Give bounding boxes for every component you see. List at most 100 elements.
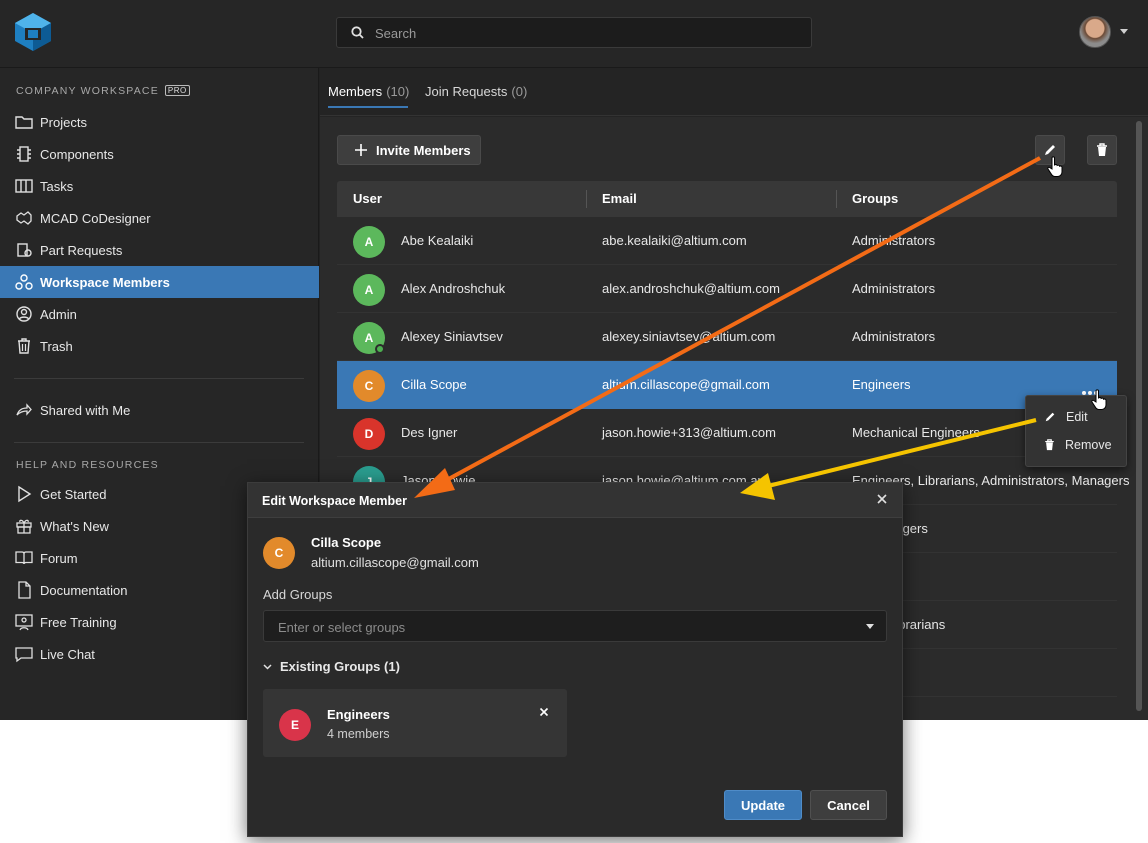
sidebar-divider xyxy=(14,378,304,379)
sidebar-item-shared-with-me[interactable]: Shared with Me xyxy=(0,394,319,426)
gift-icon xyxy=(16,519,32,534)
delete-button[interactable] xyxy=(1087,135,1117,165)
trash-icon xyxy=(1045,439,1054,451)
user-groups: Mechanical Engineers xyxy=(852,425,980,440)
sidebar-item-label: Shared with Me xyxy=(40,402,131,418)
user-email: jason.howie+313@altium.com xyxy=(602,425,776,440)
row-context-menu: Edit Remove xyxy=(1025,395,1127,467)
tab-count: (10) xyxy=(386,84,410,99)
sidebar-item-projects[interactable]: Projects xyxy=(0,106,319,138)
table-row[interactable]: A Abe Kealaiki abe.kealaiki@altium.com Admi… xyxy=(337,217,1117,265)
user-avatar[interactable] xyxy=(1079,16,1111,48)
edit-member-dialog: Edit Workspace Member C Cilla Scope alti… xyxy=(247,482,903,837)
dialog-header: Edit Workspace Member xyxy=(248,483,902,518)
sidebar-item-label: Forum xyxy=(40,550,78,566)
table-row[interactable]: A Alex Androshchuk alex.androshchuk@altium… xyxy=(337,265,1117,313)
sidebar-item-admin[interactable]: Admin xyxy=(0,298,319,330)
sidebar-item-label: Projects xyxy=(40,114,87,130)
tab-bar: Members (10) Join Requests (0) xyxy=(320,68,1148,116)
groups-select[interactable]: Enter or select groups xyxy=(263,610,887,642)
tab-label: Members xyxy=(328,84,383,99)
search-placeholder: Search xyxy=(375,26,417,41)
user-groups: Engineers xyxy=(852,377,911,392)
scrollbar[interactable] xyxy=(1136,121,1142,711)
sidebar-item-trash[interactable]: Trash xyxy=(0,330,319,362)
search-box[interactable]: Search xyxy=(336,17,812,48)
user-email: altium.cillascope@gmail.com xyxy=(602,377,770,392)
table-header: User Email Groups xyxy=(337,181,1117,217)
user-groups: Administrators xyxy=(852,233,936,248)
member-name: Cilla Scope xyxy=(311,535,382,550)
trash-icon xyxy=(1097,143,1107,156)
column-divider[interactable] xyxy=(586,190,587,208)
cancel-button[interactable]: Cancel xyxy=(810,790,887,820)
sidebar-item-mcad-codesigner[interactable]: MCAD CoDesigner xyxy=(0,202,319,234)
hand-cursor-icon xyxy=(1047,156,1063,177)
tab-label: Join Requests xyxy=(425,84,508,99)
user-name: Abe Kealaiki xyxy=(401,233,474,248)
play-icon xyxy=(18,485,32,503)
tab-members[interactable]: Members (10) xyxy=(328,84,409,99)
table-row[interactable]: D Des Igner jason.howie+313@altium.com Mech… xyxy=(337,409,1117,457)
user-groups: Administrators xyxy=(852,329,936,344)
group-name: Engineers xyxy=(327,707,390,722)
plus-icon xyxy=(355,144,367,156)
column-header-email[interactable]: Email xyxy=(602,191,637,206)
existing-groups-toggle[interactable]: Existing Groups (1) xyxy=(263,659,400,674)
sidebar-item-components[interactable]: Components xyxy=(0,138,319,170)
menu-item-label: Edit xyxy=(1066,410,1088,424)
tab-join-requests[interactable]: Join Requests (0) xyxy=(425,84,527,99)
menu-item-label: Remove xyxy=(1065,438,1112,452)
mcad-icon xyxy=(16,211,32,225)
help-heading: HELP AND RESOURCES xyxy=(16,459,159,471)
sidebar-item-label: Admin xyxy=(40,306,77,322)
altium-logo-icon[interactable] xyxy=(14,12,52,52)
trash-icon xyxy=(18,338,30,354)
sidebar-item-label: Documentation xyxy=(40,582,128,598)
user-name: Alex Androshchuk xyxy=(401,281,506,296)
sidebar-item-workspace-members[interactable]: Workspace Members xyxy=(0,266,319,298)
user-email: alex.androshchuk@altium.com xyxy=(602,281,780,296)
chevron-down-icon xyxy=(263,663,272,670)
avatar: A xyxy=(353,274,385,306)
user-name: Alexey Siniavtsev xyxy=(401,329,503,344)
sidebar-item-label: Components xyxy=(40,146,114,162)
user-email: alexey.siniavtsev@altium.com xyxy=(602,329,776,344)
column-divider[interactable] xyxy=(836,190,837,208)
part-request-icon xyxy=(17,243,32,257)
column-header-groups[interactable]: Groups xyxy=(852,191,898,206)
sidebar-item-tasks[interactable]: Tasks xyxy=(0,170,319,202)
column-header-user[interactable]: User xyxy=(353,191,382,206)
book-icon xyxy=(15,551,33,565)
update-button[interactable]: Update xyxy=(724,790,802,820)
avatar: C xyxy=(353,370,385,402)
close-icon[interactable] xyxy=(539,707,549,717)
pencil-icon xyxy=(1045,412,1055,422)
scrollbar-thumb[interactable] xyxy=(1136,121,1142,711)
sidebar-item-label: Get Started xyxy=(40,486,107,502)
user-groups: Administrators xyxy=(852,281,936,296)
sidebar-item-part-requests[interactable]: Part Requests xyxy=(0,234,319,266)
group-card: E Engineers 4 members xyxy=(263,689,567,757)
close-icon[interactable] xyxy=(875,492,889,506)
sidebar-item-label: What's New xyxy=(40,518,109,534)
table-row[interactable]: A Alexey Siniavtsev alexey.siniavtsev@alti… xyxy=(337,313,1117,361)
sidebar-item-label: Workspace Members xyxy=(40,274,170,290)
user-email: abe.kealaiki@altium.com xyxy=(602,233,747,248)
chevron-down-icon[interactable] xyxy=(1120,29,1128,34)
avatar: A xyxy=(353,226,385,258)
chip-icon xyxy=(17,146,31,162)
group-member-count: 4 members xyxy=(327,727,390,741)
chevron-down-icon[interactable] xyxy=(866,624,874,629)
menu-item-edit[interactable]: Edit xyxy=(1026,403,1126,431)
invite-members-button[interactable]: Invite Members xyxy=(337,135,481,165)
table-row[interactable]: C Cilla Scope altium.cillascope@gmail.com E… xyxy=(337,361,1117,409)
share-icon xyxy=(16,403,32,416)
training-icon xyxy=(15,614,33,631)
sidebar-item-label: Trash xyxy=(40,338,73,354)
workspace-heading-text: COMPANY WORKSPACE xyxy=(16,85,159,97)
sidebar-item-label: Part Requests xyxy=(40,242,123,258)
avatar: D xyxy=(353,418,385,450)
menu-item-remove[interactable]: Remove xyxy=(1026,431,1126,459)
chat-icon xyxy=(15,647,33,663)
